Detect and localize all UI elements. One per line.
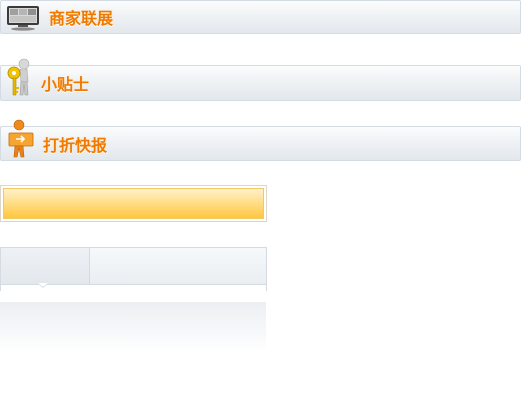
tab-strip (0, 247, 267, 285)
tips-header-bar: 小贴士 (0, 58, 521, 101)
key-figure-icon (5, 58, 35, 104)
monitor-icon (6, 5, 40, 35)
highlight-bar (0, 185, 267, 222)
tab-second[interactable] (90, 248, 266, 284)
merchant-title: 商家联展 (49, 9, 114, 28)
highlight-bar-fill (3, 188, 264, 219)
page: 商家联展 小贴士 打折快报 (0, 0, 523, 402)
faded-panel (0, 302, 266, 352)
merchant-header-bar: 商家联展 (0, 0, 521, 34)
tab-first[interactable] (1, 248, 90, 284)
news-header-bar: 打折快报 (0, 119, 521, 161)
news-title: 打折快报 (43, 135, 108, 155)
sign-figure-icon (7, 119, 37, 165)
tab-panel-top (0, 285, 267, 291)
tips-title: 小贴士 (41, 75, 90, 94)
